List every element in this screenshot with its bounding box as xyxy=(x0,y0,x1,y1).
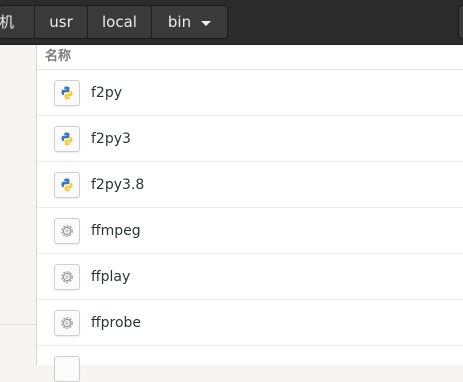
executable-gear-icon xyxy=(54,217,80,244)
breadcrumb-usr[interactable]: usr xyxy=(35,6,88,38)
executable-gear-icon xyxy=(54,309,80,336)
breadcrumb-bin[interactable]: bin xyxy=(152,6,227,38)
list-item[interactable]: ffprobe xyxy=(37,300,463,346)
file-list: 名称 f2py f2py3 f2py3.8 ffmpeg ffplay ffpr… xyxy=(37,45,463,382)
list-item[interactable]: f2py xyxy=(37,70,463,116)
list-item[interactable]: ffplay xyxy=(37,254,463,300)
file-name: ffprobe xyxy=(91,314,142,331)
file-name: f2py3.8 xyxy=(91,176,145,193)
breadcrumb-computer[interactable]: 机 xyxy=(0,6,35,38)
file-name: f2py3 xyxy=(91,130,131,147)
breadcrumb: 机 usr local bin xyxy=(0,5,228,39)
list-item[interactable]: f2py3 xyxy=(37,116,463,162)
column-header-name[interactable]: 名称 xyxy=(37,45,463,70)
list-item[interactable]: ffmpeg xyxy=(37,208,463,254)
list-item-partial[interactable] xyxy=(37,346,463,382)
python-script-icon xyxy=(54,356,80,382)
sidebar xyxy=(0,45,37,365)
breadcrumb-local[interactable]: local xyxy=(88,6,152,38)
list-item[interactable]: f2py3.8 xyxy=(37,162,463,208)
breadcrumb-bin-label: bin xyxy=(167,13,192,31)
python-script-icon xyxy=(54,79,80,106)
header-button-edge[interactable] xyxy=(458,5,463,39)
file-name: f2py xyxy=(91,84,123,101)
python-script-icon xyxy=(54,171,80,198)
executable-gear-icon xyxy=(54,263,80,290)
file-name: ffmpeg xyxy=(91,222,141,239)
python-script-icon xyxy=(54,125,80,152)
file-name: ffplay xyxy=(91,268,131,285)
chevron-down-icon[interactable] xyxy=(201,20,212,26)
sidebar-divider xyxy=(0,324,36,325)
path-bar: 机 usr local bin xyxy=(0,0,463,45)
